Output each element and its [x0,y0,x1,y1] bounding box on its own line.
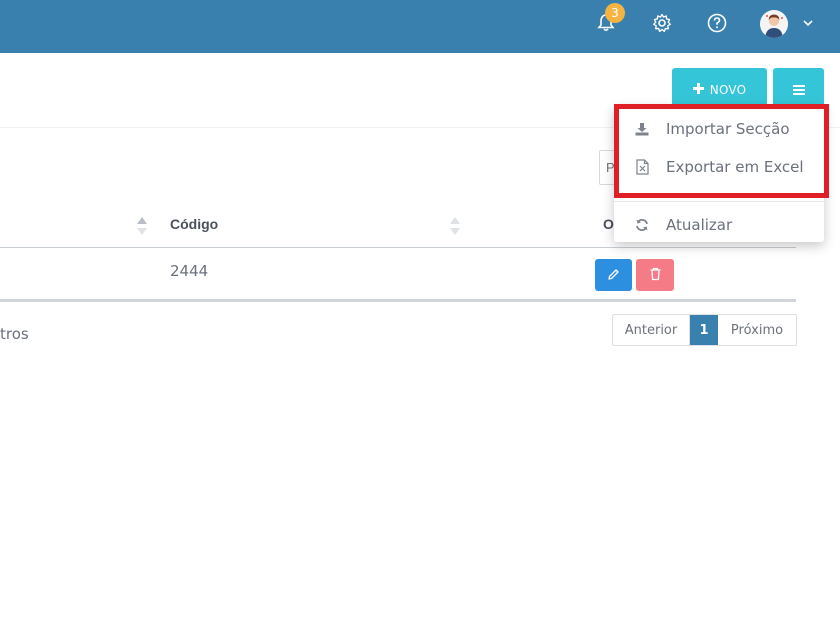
delete-button[interactable] [636,259,674,291]
trash-icon [649,266,662,285]
pagination-page-1[interactable]: 1 [690,315,718,345]
column-header-actions: O [603,216,614,232]
menu-item-refresh[interactable]: Atualizar [614,207,824,243]
table-header-divider [0,247,796,248]
records-info: tros [0,325,29,343]
refresh-icon [634,217,650,233]
table-footer-divider [0,299,796,302]
chevron-down-icon[interactable] [797,11,819,35]
help-icon[interactable] [705,11,729,35]
avatar[interactable] [760,10,788,38]
hamburger-icon [792,80,805,99]
gear-icon[interactable] [650,11,674,35]
menu-item-import-section[interactable]: Importar Secção [614,111,824,147]
actions-dropdown-menu: Importar Secção Exportar em Excel Atuali… [614,105,824,242]
menu-item-export-excel[interactable]: Exportar em Excel [614,149,824,185]
menu-item-label: Atualizar [666,216,733,234]
new-button-label: NOVO [709,82,747,97]
pencil-icon [607,266,620,285]
download-icon [634,121,650,137]
sort-icon[interactable] [137,217,147,237]
column-header-codigo[interactable]: Código [170,216,218,232]
edit-button[interactable] [595,259,632,291]
sort-icon[interactable] [450,217,460,237]
table-cell-codigo: 2444 [170,262,209,280]
notification-badge: 3 [605,3,625,23]
menu-item-label: Exportar em Excel [666,158,804,176]
plus-icon [692,82,704,97]
pagination-next[interactable]: Próximo [718,315,796,345]
pagination-previous[interactable]: Anterior [613,315,690,345]
excel-file-icon [634,159,650,175]
menu-divider [614,201,824,202]
menu-item-label: Importar Secção [666,120,790,138]
pagination: Anterior 1 Próximo [612,314,797,346]
